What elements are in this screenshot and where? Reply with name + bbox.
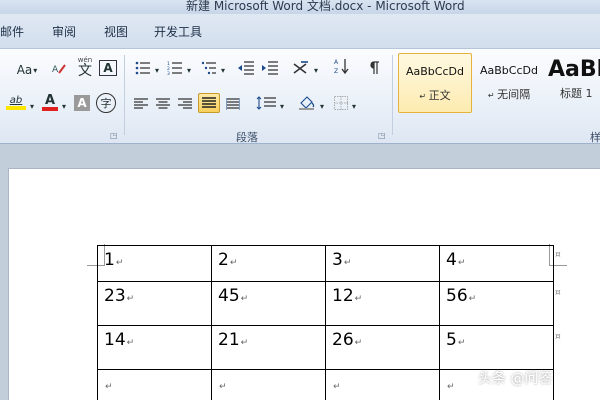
table-cell[interactable]: ↵: [97, 369, 212, 400]
change-case-button[interactable]: Aa ▾: [12, 61, 42, 79]
decrease-indent-button[interactable]: [236, 59, 256, 77]
table-cell[interactable]: 45↵: [211, 281, 326, 326]
font-color-dropdown-icon[interactable]: ▾: [60, 97, 68, 115]
table-cell[interactable]: 5↵: [439, 325, 554, 370]
group-separator: [124, 55, 125, 135]
style-no-spacing-sample: AaBbCcDd: [480, 64, 538, 77]
numbering-button[interactable]: 123: [164, 59, 186, 77]
line-spacing-button[interactable]: [254, 94, 278, 112]
line-spacing-dropdown-icon[interactable]: ▾: [278, 97, 286, 115]
title-bar: 新建 Microsoft Word 文档.docx - Microsoft Wo…: [0, 0, 600, 14]
distributed-button[interactable]: [224, 95, 242, 113]
table-cell[interactable]: 1↵: [97, 245, 212, 282]
table-row: 1↵ 2↵ 3↵ 4↵: [97, 245, 554, 282]
ribbon-tabs: 邮件 审阅 视图 开发工具: [0, 14, 600, 48]
numbering-dropdown-icon[interactable]: ▾: [185, 61, 193, 79]
justify-button[interactable]: [198, 93, 220, 113]
table-cell[interactable]: 3↵: [325, 245, 440, 282]
svg-text:Z: Z: [334, 68, 338, 75]
character-border-label: A: [103, 61, 113, 75]
text-highlight-button[interactable]: ab: [4, 93, 28, 111]
document-area: 1↵ 2↵ 3↵ 4↵ 23↵ 45↵ 12↵ 56↵ 14↵ 21↵ 26↵ …: [0, 146, 600, 400]
table-cell[interactable]: 4↵: [439, 245, 554, 282]
paragraph-dialog-launcher-icon[interactable]: ◳: [378, 131, 386, 140]
table-cell[interactable]: 23↵: [97, 281, 212, 326]
chinese-layout-dropdown-icon[interactable]: ▾: [312, 61, 320, 79]
table-cell[interactable]: ↵: [325, 369, 440, 400]
table-cell[interactable]: 56↵: [439, 281, 554, 326]
sort-button[interactable]: AZ: [332, 57, 352, 75]
style-normal-name: ↵ 正文: [419, 89, 451, 102]
table-cell[interactable]: 21↵: [211, 325, 326, 370]
font-dialog-launcher-icon[interactable]: ◳: [110, 131, 118, 140]
shading-dropdown-icon[interactable]: ▾: [318, 97, 326, 115]
svg-text:A: A: [52, 65, 59, 75]
ribbon: Aa ▾ A wén 文 A ab ▾ A ▾ A 字 ▾ 123 ▾ ▾ ▾ …: [0, 48, 600, 144]
character-border-button[interactable]: A: [99, 60, 117, 76]
watermark: 头条 @问答: [478, 371, 553, 387]
table-cell[interactable]: 12↵: [325, 281, 440, 326]
svg-text:3: 3: [167, 71, 170, 75]
style-heading-1-name: 标题 1: [560, 87, 593, 100]
enclose-characters-label: 字: [100, 97, 112, 110]
align-left-button[interactable]: [132, 95, 150, 113]
align-center-button[interactable]: [154, 95, 172, 113]
table-cell[interactable]: 2↵: [211, 245, 326, 282]
clear-formatting-icon[interactable]: A: [50, 60, 68, 78]
show-paragraph-marks-button[interactable]: [366, 59, 384, 77]
style-heading-1[interactable]: AaBl 标题 1: [546, 53, 600, 113]
align-right-button[interactable]: [176, 95, 194, 113]
styles-group-label: 样: [590, 131, 600, 144]
highlight-color-swatch: [6, 105, 26, 110]
svg-text:A: A: [334, 59, 339, 66]
table-row: 23↵ 45↵ 12↵ 56↵: [97, 281, 554, 326]
increase-indent-button[interactable]: [260, 59, 280, 77]
font-color-label: A: [44, 92, 56, 108]
tab-mailings[interactable]: 邮件: [0, 23, 24, 40]
shading-button[interactable]: [296, 93, 318, 111]
highlight-dropdown-icon[interactable]: ▾: [28, 97, 36, 115]
end-of-row-mark: ¤: [555, 288, 561, 298]
multilevel-dropdown-icon[interactable]: ▾: [219, 61, 227, 79]
end-of-row-mark: ¤: [555, 250, 561, 260]
font-color-button[interactable]: A: [40, 93, 60, 111]
tab-developer[interactable]: 开发工具: [154, 23, 202, 40]
table-cell[interactable]: ↵: [211, 369, 326, 400]
enclose-characters-button[interactable]: 字: [96, 93, 116, 113]
character-shading-button[interactable]: A: [74, 95, 90, 111]
borders-dropdown-icon[interactable]: ▾: [350, 97, 358, 115]
table-row: 14↵ 21↵ 26↵ 5↵: [97, 325, 554, 370]
phonetic-guide-button[interactable]: wén 文: [74, 55, 96, 79]
style-heading-1-sample: AaBl: [548, 57, 600, 82]
tab-view[interactable]: 视图: [104, 23, 128, 40]
group-separator: [392, 55, 393, 135]
table-cell[interactable]: 26↵: [325, 325, 440, 370]
character-shading-label: A: [77, 96, 87, 110]
style-no-spacing-name: ↵ 无间隔: [487, 88, 531, 101]
table-cell[interactable]: 14↵: [97, 325, 212, 370]
style-normal[interactable]: AaBbCcDd ↵ 正文: [398, 53, 472, 113]
change-case-label: Aa: [16, 63, 33, 77]
paragraph-group-label: 段落: [236, 131, 258, 144]
chinese-layout-button[interactable]: [290, 59, 312, 77]
font-color-swatch: [42, 106, 58, 111]
multilevel-list-button[interactable]: [198, 59, 220, 77]
window-title: 新建 Microsoft Word 文档.docx - Microsoft Wo…: [186, 0, 465, 13]
tab-review[interactable]: 审阅: [52, 23, 76, 40]
style-normal-sample: AaBbCcDd: [406, 65, 464, 78]
dropdown-arrow-icon: ▾: [33, 65, 38, 75]
bullets-dropdown-icon[interactable]: ▾: [153, 61, 161, 79]
end-of-row-mark: ¤: [555, 332, 561, 342]
phonetic-label: 文: [78, 63, 92, 79]
bullets-button[interactable]: [132, 59, 154, 77]
style-no-spacing[interactable]: AaBbCcDd ↵ 无间隔: [472, 53, 546, 113]
highlight-label: ab: [9, 94, 23, 106]
borders-button[interactable]: [332, 94, 350, 112]
